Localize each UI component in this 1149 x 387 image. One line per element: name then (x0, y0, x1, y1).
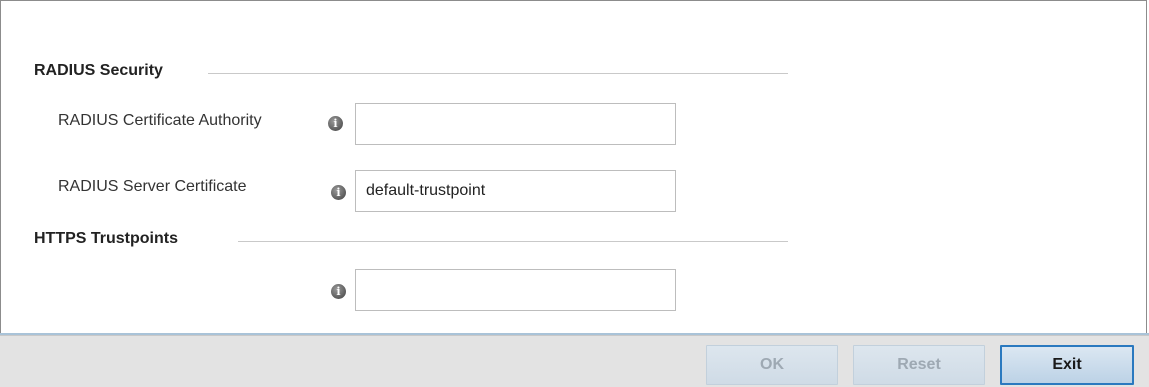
radius-server-certificate-label: RADIUS Server Certificate (58, 178, 247, 195)
exit-button[interactable]: Exit (1000, 345, 1134, 385)
section-title-radius-security: RADIUS Security (34, 62, 163, 79)
section-divider (208, 73, 788, 74)
info-icon[interactable]: i (328, 116, 343, 131)
radius-certificate-authority-field[interactable] (355, 103, 676, 145)
https-trustpoint-field[interactable] (355, 269, 676, 311)
section-title-https-trustpoints: HTTPS Trustpoints (34, 230, 178, 247)
radius-server-certificate-field[interactable] (355, 170, 676, 212)
info-icon[interactable]: i (331, 185, 346, 200)
radius-certificate-authority-label: RADIUS Certificate Authority (58, 112, 262, 129)
reset-button[interactable]: Reset (853, 345, 985, 385)
ok-button[interactable]: OK (706, 345, 838, 385)
info-icon[interactable]: i (331, 284, 346, 299)
section-divider (238, 241, 788, 242)
